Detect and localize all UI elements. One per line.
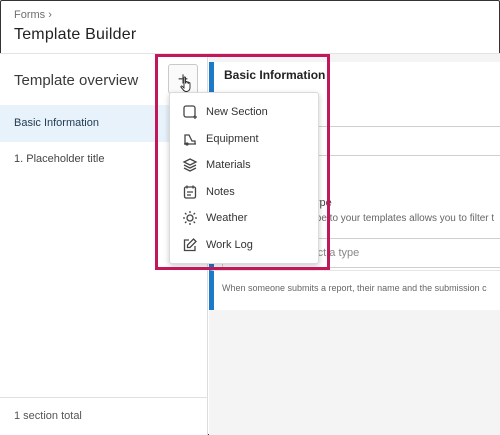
- sidebar-item-label: 1. Placeholder title: [14, 153, 105, 165]
- sidebar-item-placeholder-title[interactable]: 1. Placeholder title: [14, 153, 105, 165]
- breadcrumb-forms[interactable]: Forms: [14, 9, 45, 21]
- breadcrumb-separator: ›: [48, 9, 52, 21]
- menu-item-label: New Section: [206, 106, 268, 119]
- menu-item-label: Equipment: [206, 132, 259, 145]
- sidebar-item-label: Basic Information: [14, 117, 99, 129]
- work-log-icon: [182, 237, 198, 253]
- menu-item-equipment[interactable]: Equipment: [170, 126, 318, 153]
- equipment-icon: [182, 131, 198, 147]
- submitter-card: When someone submits a report, their nam…: [209, 270, 500, 306]
- menu-item-label: Work Log: [206, 238, 253, 251]
- new-section-icon: [182, 104, 198, 120]
- menu-item-materials[interactable]: Materials: [170, 152, 318, 179]
- section-count: 1 section total: [0, 397, 208, 435]
- page-title: Template Builder: [14, 26, 137, 43]
- overview-title: Template overview: [14, 72, 139, 89]
- materials-icon: [182, 157, 198, 173]
- breadcrumb[interactable]: Forms ›: [14, 9, 52, 21]
- notes-icon: [182, 184, 198, 200]
- card-title: Basic Information: [224, 68, 326, 82]
- type-description: type to your templates allows you to fil…: [308, 213, 495, 224]
- submitter-note: When someone submits a report, their nam…: [222, 283, 487, 293]
- menu-item-work-log[interactable]: Work Log: [170, 232, 318, 259]
- menu-item-notes[interactable]: Notes: [170, 179, 318, 206]
- header: Forms › Template Builder: [0, 0, 500, 54]
- add-section-dropdown: New Section Equipment Materials Notes We…: [169, 92, 319, 264]
- menu-item-new-section[interactable]: New Section: [170, 99, 318, 126]
- menu-item-label: Notes: [206, 185, 235, 198]
- weather-icon: [182, 210, 198, 226]
- menu-item-label: Materials: [206, 159, 251, 172]
- hand-cursor-icon: [180, 76, 191, 92]
- menu-item-weather[interactable]: Weather: [170, 205, 318, 232]
- menu-item-label: Weather: [206, 212, 248, 225]
